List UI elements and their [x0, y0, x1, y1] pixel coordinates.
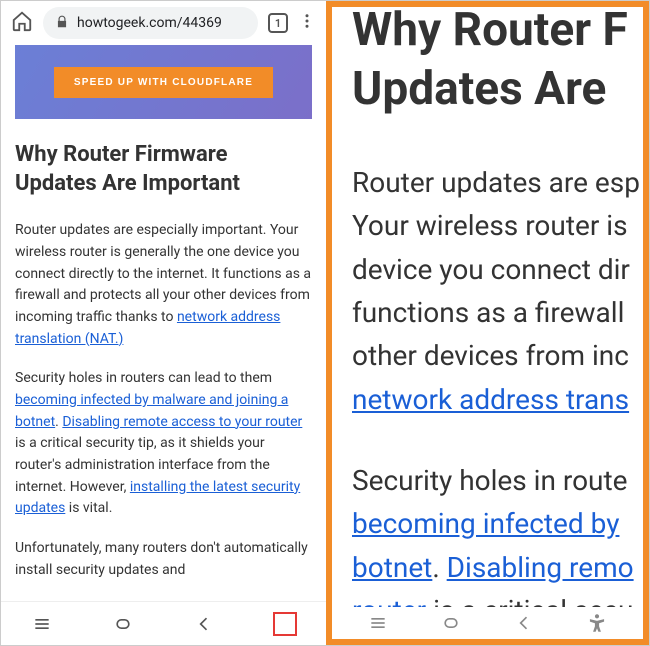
browser-toolbar: howtogeek.com/44369 1: [1, 1, 326, 45]
text: device you connect dir: [352, 253, 630, 286]
accessibility-button[interactable]: [273, 612, 297, 636]
kebab-menu-icon[interactable]: [298, 12, 316, 34]
url-text: howtogeek.com/44369: [77, 15, 222, 31]
zoom-remote-link[interactable]: Disabling remo: [447, 551, 634, 584]
remote-access-link[interactable]: Disabling remote access to your router: [62, 414, 302, 430]
zoom-recents-button[interactable]: [366, 611, 390, 635]
zoom-paragraph-1: Router updates are esp Your wireless rou…: [352, 161, 649, 421]
cloudflare-cta-button[interactable]: SPEED UP WITH CLOUDFLARE: [54, 67, 273, 98]
text: Router updates are esp: [352, 166, 640, 199]
text: Security holes in routers can lead to th…: [15, 370, 272, 386]
zoom-accessibility-button[interactable]: [585, 611, 609, 635]
magnified-view: Why Router F Updates Are Router updates …: [326, 1, 649, 645]
lock-icon: [55, 14, 69, 33]
zoom-botnet-link-2[interactable]: botnet: [352, 551, 432, 584]
zoom-botnet-link[interactable]: becoming infected by: [352, 507, 619, 540]
back-button[interactable]: [192, 612, 216, 636]
ad-banner[interactable]: SPEED UP WITH CLOUDFLARE: [15, 45, 312, 119]
home-icon[interactable]: [11, 10, 33, 36]
home-button[interactable]: [111, 612, 135, 636]
paragraph-2: Security holes in routers can lead to th…: [15, 368, 312, 520]
text: Why Router F: [352, 3, 628, 57]
zoom-home-button[interactable]: [439, 611, 463, 635]
text: .: [432, 551, 446, 584]
paragraph-1: Router updates are especially important.…: [15, 220, 312, 350]
phone-screen: howtogeek.com/44369 1 SPEED UP WITH CLOU…: [1, 1, 326, 645]
zoom-back-button[interactable]: [512, 611, 536, 635]
text: functions as a firewall: [352, 296, 624, 329]
page-content[interactable]: SPEED UP WITH CLOUDFLARE Why Router Firm…: [1, 45, 326, 601]
paragraph-3: Unfortunately, many routers don't automa…: [15, 538, 312, 581]
zoom-content: Why Router F Updates Are Router updates …: [352, 1, 649, 645]
zoom-nat-link[interactable]: network address trans: [352, 383, 629, 416]
article-heading: Why Router Firmware Updates Are Importan…: [15, 141, 312, 198]
zoom-heading: Why Router F Updates Are: [352, 1, 649, 119]
address-bar[interactable]: howtogeek.com/44369: [43, 7, 258, 39]
text: Security holes in route: [352, 464, 628, 497]
text: is vital.: [65, 500, 112, 516]
text: other devices from inc: [352, 339, 629, 372]
tabs-button[interactable]: 1: [268, 13, 288, 33]
system-nav-bar: [1, 601, 326, 645]
zoom-nav-bar: [332, 607, 643, 639]
text: Updates Are: [352, 62, 606, 116]
text: Your wireless router is: [352, 209, 628, 242]
recents-button[interactable]: [30, 612, 54, 636]
